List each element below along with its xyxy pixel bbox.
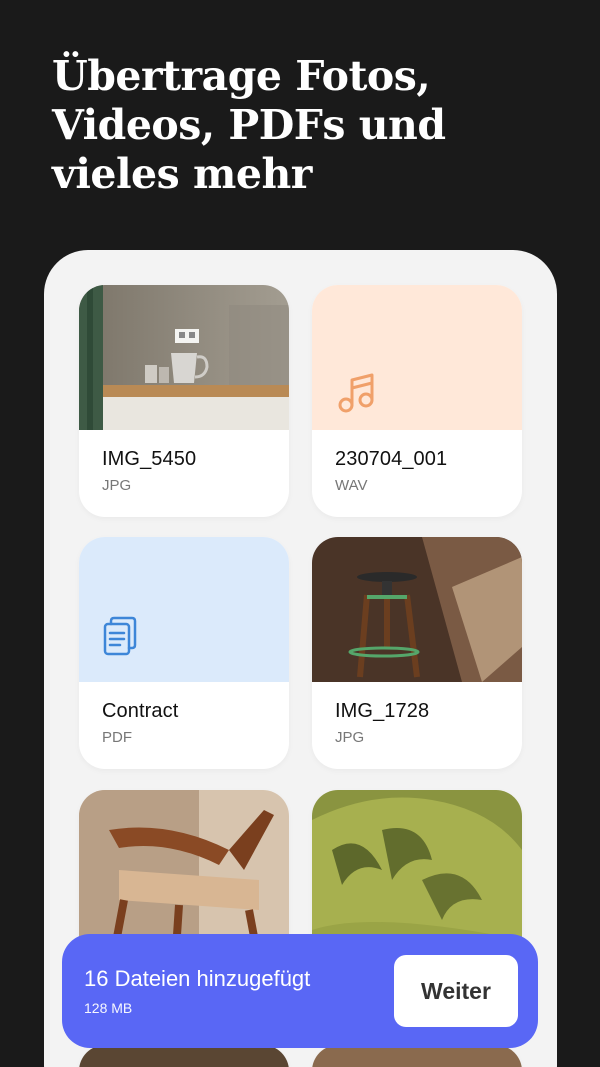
file-card-230704-001[interactable]: 230704_001 WAV — [312, 285, 522, 517]
file-type: JPG — [102, 477, 132, 494]
photo-thumbnail-kitchen — [79, 285, 289, 430]
file-card-img-1728[interactable]: IMG_1728 JPG — [312, 537, 522, 769]
photo-thumbnail-partial — [79, 1045, 289, 1067]
next-button[interactable]: Weiter — [394, 955, 518, 1027]
file-name: IMG_1728 — [335, 700, 430, 722]
total-size: 128 MB — [84, 1000, 133, 1016]
file-card-img-5450[interactable]: IMG_5450 JPG — [79, 285, 289, 517]
headline-line-2: Videos, PDFs und — [52, 101, 446, 149]
headline: Übertrage Fotos, Videos, PDFs und vieles… — [52, 52, 572, 199]
document-icon — [103, 616, 137, 656]
file-type: WAV — [335, 477, 368, 494]
file-type: PDF — [102, 729, 132, 746]
pdf-thumbnail — [79, 537, 289, 682]
file-name: IMG_5450 — [102, 448, 197, 470]
file-type: JPG — [335, 729, 365, 746]
headline-line-3: vieles mehr — [52, 150, 312, 198]
music-note-icon — [338, 373, 374, 413]
file-card-partial-right[interactable] — [312, 1045, 522, 1067]
files-added-count: 16 Dateien hinzugefügt — [84, 966, 311, 991]
file-name: 230704_001 — [335, 448, 448, 470]
headline-line-1: Übertrage Fotos, — [52, 52, 431, 100]
photo-thumbnail-stool — [312, 537, 522, 682]
file-card-partial-left[interactable] — [79, 1045, 289, 1067]
transfer-summary-bar: 16 Dateien hinzugefügt 128 MB Weiter — [62, 934, 538, 1048]
audio-thumbnail — [312, 285, 522, 430]
photo-thumbnail-partial — [312, 1045, 522, 1067]
file-name: Contract — [102, 700, 179, 722]
file-card-contract[interactable]: Contract PDF — [79, 537, 289, 769]
